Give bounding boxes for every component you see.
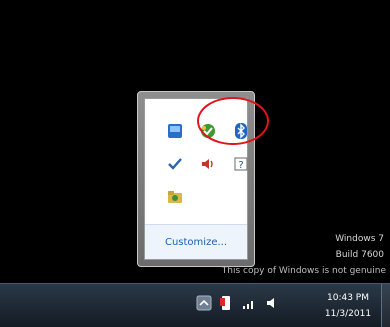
folder-app-icon[interactable] — [163, 185, 187, 209]
taskbar-clock[interactable]: 10:43 PM 11/3/2011 — [316, 290, 380, 322]
customize-area: Customize... — [145, 224, 247, 259]
checkmark-icon[interactable] — [163, 152, 187, 176]
action-center-icon[interactable] — [218, 294, 234, 312]
volume-icon[interactable] — [264, 294, 280, 312]
customize-link[interactable]: Customize... — [165, 237, 227, 248]
network-center-icon[interactable] — [163, 119, 187, 143]
highlight-circle — [197, 97, 269, 145]
clock-date: 11/3/2011 — [324, 309, 372, 319]
watermark-line2: Build 7600 — [335, 250, 384, 260]
network-signal-icon[interactable] — [242, 294, 258, 312]
speaker-icon[interactable] — [196, 152, 220, 176]
show-hidden-icons-button[interactable] — [196, 294, 212, 312]
help-icon[interactable]: ? — [229, 152, 253, 176]
show-desktop-button[interactable] — [381, 284, 390, 327]
watermark-line1: Windows 7 — [335, 234, 384, 244]
taskbar: 10:43 PM 11/3/2011 — [0, 283, 390, 327]
watermark-line3: This copy of Windows is not genuine — [221, 266, 386, 276]
clock-time: 10:43 PM — [327, 293, 369, 303]
svg-text:?: ? — [238, 160, 243, 171]
